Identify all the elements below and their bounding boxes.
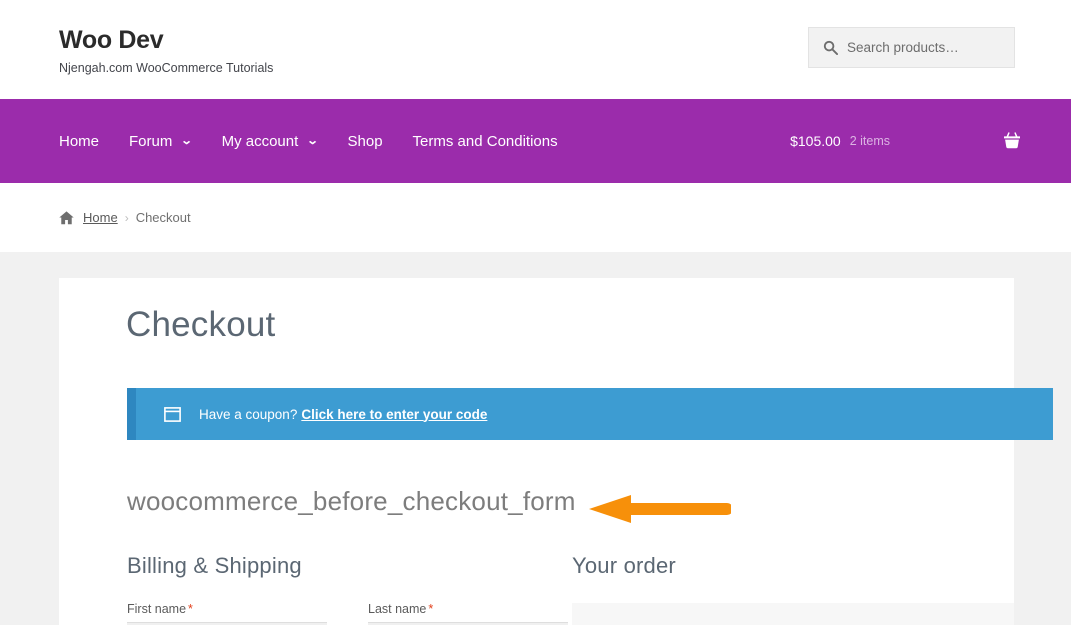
column-header-product: Product bbox=[572, 602, 772, 625]
search-icon bbox=[823, 40, 838, 55]
order-table-header-row: Product Subtotal bbox=[572, 602, 1014, 625]
last-name-field-group: Last name * bbox=[368, 602, 568, 625]
cart-total-amount: $105.00 bbox=[790, 133, 841, 149]
required-asterisk: * bbox=[428, 601, 434, 616]
site-branding[interactable]: Woo Dev Njengah.com WooCommerce Tutorial… bbox=[59, 26, 274, 76]
column-header-subtotal: Subtotal bbox=[772, 602, 1014, 625]
content-card: Checkout Have a coupon? Click here to en… bbox=[59, 278, 1053, 625]
billing-shipping-column: Billing & Shipping First name * Last name… bbox=[127, 552, 572, 625]
first-name-input[interactable] bbox=[127, 621, 327, 625]
coupon-enter-code-link[interactable]: Click here to enter your code bbox=[301, 407, 487, 422]
nav-item-label: Terms and Conditions bbox=[412, 132, 558, 150]
page-root: Woo Dev Njengah.com WooCommerce Tutorial… bbox=[0, 0, 1071, 625]
nav-item-shop[interactable]: Shop bbox=[348, 133, 383, 150]
chevron-down-icon[interactable]: ⌄ bbox=[307, 135, 319, 147]
your-order-column: Your order Product Subtotal bbox=[572, 552, 1014, 625]
breadcrumb-separator: › bbox=[124, 210, 129, 225]
first-name-field-group: First name * bbox=[127, 602, 327, 625]
site-header: Woo Dev Njengah.com WooCommerce Tutorial… bbox=[0, 0, 1071, 99]
nav-item-label: Shop bbox=[347, 132, 383, 150]
shopping-basket-icon[interactable] bbox=[1002, 131, 1022, 151]
breadcrumb-link-home[interactable]: Home bbox=[83, 210, 118, 225]
home-icon[interactable] bbox=[59, 210, 74, 225]
site-title[interactable]: Woo Dev bbox=[59, 26, 273, 55]
nav-list: Home Forum ⌄ My account ⌄ Shop Terms and… bbox=[59, 99, 588, 183]
page-title: Checkout bbox=[126, 305, 276, 344]
your-order-heading: Your order bbox=[572, 553, 676, 578]
first-name-label: First name * bbox=[127, 602, 327, 616]
nav-item-label: Forum bbox=[129, 132, 173, 150]
main-navigation-bar: Home Forum ⌄ My account ⌄ Shop Terms and… bbox=[0, 99, 1071, 183]
order-table-head: Product Subtotal bbox=[572, 602, 1014, 625]
order-review-table: Product Subtotal bbox=[572, 602, 1014, 625]
nav-item-forum[interactable]: Forum ⌄ bbox=[129, 132, 193, 150]
coupon-notice-text: Have a coupon? bbox=[199, 406, 298, 422]
site-tagline: Njengah.com WooCommerce Tutorials bbox=[59, 60, 274, 75]
cart-summary[interactable]: $105.00 2 items bbox=[790, 99, 1022, 183]
orange-arrow-icon bbox=[589, 494, 731, 524]
last-name-input[interactable] bbox=[368, 621, 568, 625]
hook-annotation-row: woocommerce_before_checkout_form bbox=[127, 486, 1014, 526]
checkout-columns: Billing & Shipping First name * Last name… bbox=[59, 552, 1014, 625]
search-input[interactable]: Search products… bbox=[808, 27, 1015, 68]
name-field-row: First name * Last name * bbox=[127, 602, 572, 625]
nav-item-my-account[interactable]: My account ⌄ bbox=[221, 132, 320, 150]
chevron-down-icon[interactable]: ⌄ bbox=[181, 135, 193, 147]
nav-item-label: Home bbox=[59, 132, 100, 150]
billing-shipping-heading: Billing & Shipping bbox=[127, 553, 302, 578]
cart-item-count: 2 items bbox=[849, 134, 890, 148]
nav-item-home[interactable]: Home bbox=[59, 133, 99, 150]
nav-item-label: My account bbox=[221, 132, 299, 150]
hook-name-label: woocommerce_before_checkout_form bbox=[127, 486, 576, 516]
window-icon bbox=[164, 406, 181, 422]
search-placeholder-text: Search products… bbox=[847, 39, 959, 55]
first-name-label-text: First name bbox=[127, 601, 187, 616]
nav-item-terms-and-conditions[interactable]: Terms and Conditions bbox=[413, 133, 558, 150]
breadcrumb-current-page: Checkout bbox=[135, 210, 191, 225]
last-name-label: Last name * bbox=[368, 602, 568, 616]
coupon-notice[interactable]: Have a coupon? Click here to enter your … bbox=[127, 388, 1053, 440]
page-background: Checkout Have a coupon? Click here to en… bbox=[0, 252, 1071, 625]
required-asterisk: * bbox=[188, 601, 193, 616]
breadcrumb: Home › Checkout bbox=[0, 183, 1071, 252]
last-name-label-text: Last name bbox=[368, 601, 427, 616]
